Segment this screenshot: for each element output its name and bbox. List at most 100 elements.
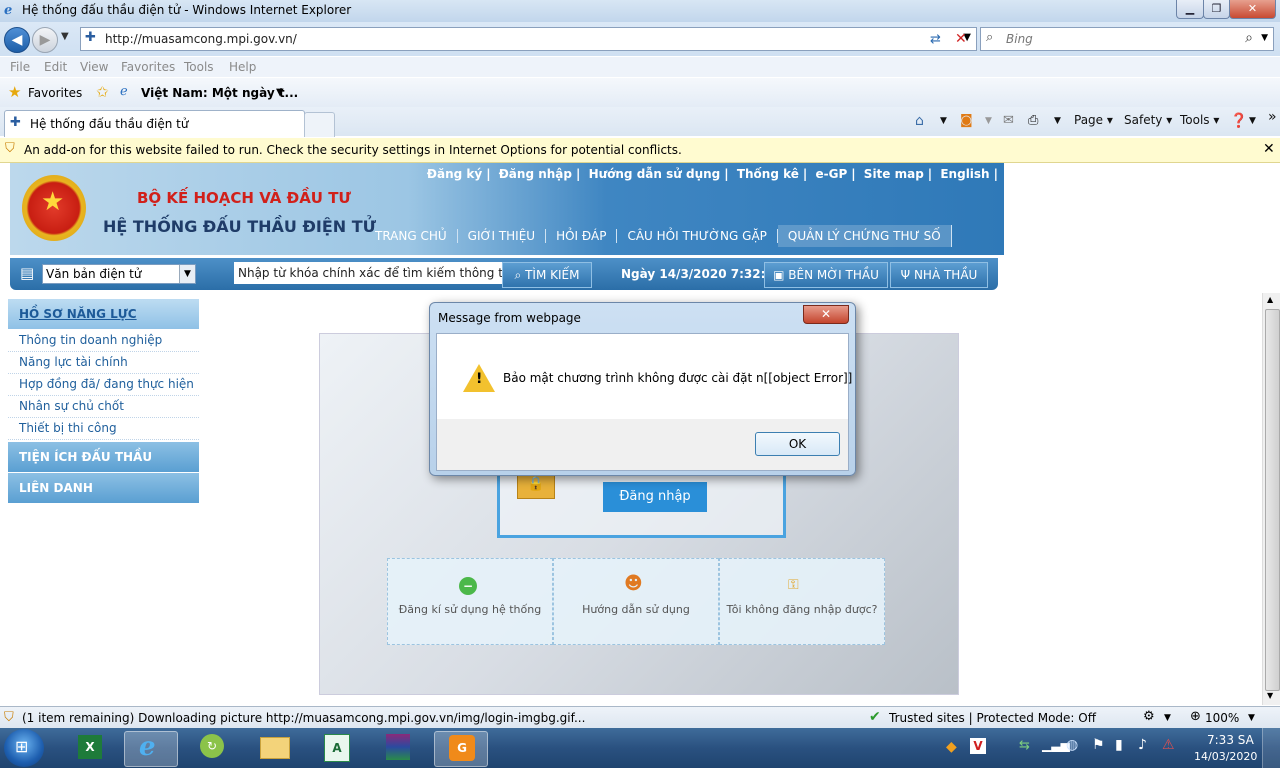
top-link-egp[interactable]: e-GP xyxy=(815,167,847,181)
search-icon[interactable]: ⌕ xyxy=(1245,30,1253,46)
help-icon[interactable]: ❓ xyxy=(1230,113,1247,129)
nav-certificates[interactable]: QUẢN LÝ CHỨNG THƯ SỐ xyxy=(777,225,952,247)
security-zone[interactable]: Trusted sites | Protected Mode: Off xyxy=(889,711,1096,725)
print-icon[interactable]: ⎙ xyxy=(1028,113,1038,128)
show-desktop-button[interactable] xyxy=(1262,728,1280,768)
top-link-guide[interactable]: Hướng dẫn sử dụng xyxy=(589,167,721,181)
guide-option[interactable]: ☻ Hướng dẫn sử dụng xyxy=(553,558,719,645)
help-dropdown-icon[interactable]: ▼ xyxy=(1249,116,1256,126)
info-bar[interactable]: ⛉ An add-on for this website failed to r… xyxy=(0,138,1280,163)
address-bar[interactable]: ✚ http://muasamcong.mpi.gov.vn/ ▼ xyxy=(80,27,977,51)
scroll-up-icon[interactable]: ▲ xyxy=(1267,295,1273,304)
tab-active[interactable]: ✚ Hệ thống đấu thầu điện tử xyxy=(4,110,305,137)
menu-file[interactable]: File xyxy=(10,60,30,74)
sidebar-item-contracts[interactable]: Hợp đồng đã/ đang thực hiện xyxy=(8,374,199,396)
menu-help[interactable]: Help xyxy=(229,60,256,74)
sidebar-section-utilities[interactable]: TIỆN ÍCH ĐẤU THẦU xyxy=(8,442,199,473)
history-dropdown-icon[interactable]: ▼ xyxy=(61,31,69,42)
toolbar-overflow-icon[interactable]: » xyxy=(1268,109,1277,125)
close-window-button[interactable]: ✕ xyxy=(1229,0,1276,19)
page-menu[interactable]: Page ▾ xyxy=(1074,113,1113,127)
scroll-thumb[interactable] xyxy=(1265,309,1280,691)
maximize-button[interactable]: ❐ xyxy=(1203,0,1230,19)
flag-icon[interactable]: ⚑ xyxy=(1092,737,1105,753)
register-option[interactable]: − Đăng kí sử dụng hệ thống xyxy=(387,558,553,645)
scroll-down-icon[interactable]: ▼ xyxy=(1267,691,1273,700)
new-tab-button[interactable] xyxy=(304,112,335,137)
clock-date[interactable]: 14/03/2020 xyxy=(1194,750,1257,763)
contractor-button[interactable]: Ψ NHÀ THẦU xyxy=(890,262,988,288)
ok-button[interactable]: OK xyxy=(755,432,840,456)
taskbar-app-green[interactable]: ↻ xyxy=(186,731,238,765)
page-scrollbar[interactable]: ▲ ▼ xyxy=(1262,293,1280,705)
tray-alert-icon[interactable]: ⚠ xyxy=(1162,737,1175,753)
info-bar-close-icon[interactable]: ✕ xyxy=(1263,141,1275,157)
favorite-link-dropdown-icon[interactable]: ▼ xyxy=(276,87,284,98)
sidebar-item-key-staff[interactable]: Nhân sự chủ chốt xyxy=(8,396,199,418)
favorites-button[interactable]: Favorites xyxy=(28,86,82,100)
address-row: ◀ ▶ ▼ ✚ http://muasamcong.mpi.gov.vn/ ▼ … xyxy=(0,22,1280,56)
taskbar-winrar[interactable] xyxy=(372,731,424,765)
sidebar-item-equipment[interactable]: Thiết bị thi công xyxy=(8,418,199,440)
sidebar-item-financial[interactable]: Năng lực tài chính xyxy=(8,352,199,374)
stop-icon[interactable]: ✕ xyxy=(955,31,967,47)
home-icon[interactable]: ⌂ xyxy=(915,113,924,129)
nav-qa[interactable]: HỎI ĐÁP xyxy=(546,229,618,243)
sidebar-item-company-info[interactable]: Thông tin doanh nghiệp xyxy=(8,330,199,352)
favorite-link[interactable]: Việt Nam: Một ngày t... xyxy=(141,86,298,100)
menu-favorites[interactable]: Favorites xyxy=(121,60,175,74)
top-link-register[interactable]: Đăng ký xyxy=(427,167,482,181)
tray-network-share-icon[interactable]: ⇆ xyxy=(1019,738,1030,753)
refresh-icon[interactable]: ⇄ xyxy=(930,32,941,47)
back-button[interactable]: ◀ xyxy=(4,27,30,53)
taskbar-explorer[interactable] xyxy=(248,731,300,765)
sidebar-section-capability[interactable]: HỒ SƠ NĂNG LỰC xyxy=(8,299,199,330)
print-dropdown-icon[interactable]: ▼ xyxy=(1054,116,1061,126)
forward-button[interactable]: ▶ xyxy=(32,27,58,53)
speaker-icon[interactable]: ♪ xyxy=(1138,737,1147,753)
tray-app-icon[interactable]: ◆ xyxy=(946,739,957,755)
taskbar-app-a[interactable]: A xyxy=(310,731,362,765)
mail-icon[interactable]: ✉ xyxy=(1003,113,1014,128)
menu-view[interactable]: View xyxy=(80,60,108,74)
protected-dropdown-icon[interactable]: ▼ xyxy=(1164,713,1171,723)
top-link-login[interactable]: Đăng nhập xyxy=(499,167,572,181)
taskbar-pdf[interactable]: G xyxy=(434,731,488,767)
buyer-button[interactable]: ▣ BÊN MỜI THẦU xyxy=(764,262,888,288)
sidebar-section-consortium[interactable]: LIÊN DANH xyxy=(8,473,199,504)
safety-menu[interactable]: Safety ▾ xyxy=(1124,113,1172,127)
nav-faq[interactable]: CÂU HỎI THƯỜNG GẶP xyxy=(617,229,778,243)
home-dropdown-icon[interactable]: ▼ xyxy=(940,116,947,126)
tray-globe-icon[interactable]: ◍ xyxy=(1066,737,1078,753)
zoom-icon[interactable]: ⊕ xyxy=(1190,709,1201,724)
document-type-select[interactable]: Văn bản điện tử ▼ xyxy=(42,264,196,284)
dialog-close-button[interactable]: ✕ xyxy=(803,305,849,324)
keyword-search-input[interactable]: Nhập từ khóa chính xác để tìm kiếm thông… xyxy=(234,262,514,284)
menu-tools[interactable]: Tools xyxy=(184,60,214,74)
nav-home[interactable]: TRANG CHỦ xyxy=(365,229,458,243)
search-options-icon[interactable]: ▼ xyxy=(1261,33,1268,43)
menu-edit[interactable]: Edit xyxy=(44,60,67,74)
nav-about[interactable]: GIỚI THIỆU xyxy=(457,229,547,243)
protected-mode-icon[interactable]: ⚙ xyxy=(1143,709,1155,724)
zoom-level[interactable]: 100% xyxy=(1205,711,1239,725)
feeds-dropdown-icon[interactable]: ▼ xyxy=(985,116,992,126)
tray-monitor-icon[interactable]: ▮ xyxy=(1115,737,1123,753)
feeds-icon[interactable]: ◙ xyxy=(960,113,973,128)
login-button[interactable]: Đăng nhập xyxy=(603,482,707,512)
top-link-sitemap[interactable]: Site map xyxy=(864,167,924,181)
search-box[interactable]: ⌕ Bing ⌕ ▼ xyxy=(980,27,1274,51)
top-link-english[interactable]: English xyxy=(940,167,989,181)
add-favorite-icon[interactable]: ✩ xyxy=(96,83,109,101)
tray-v-icon[interactable]: V xyxy=(970,738,986,754)
start-button[interactable]: ⊞ xyxy=(4,729,44,767)
top-link-stats[interactable]: Thống kê xyxy=(737,167,799,181)
taskbar-ie[interactable]: ℯ xyxy=(124,731,178,767)
cannot-login-option[interactable]: ⚿ Tôi không đăng nhập được? xyxy=(719,558,885,645)
zoom-dropdown-icon[interactable]: ▼ xyxy=(1248,713,1255,723)
minimize-button[interactable]: ▁ xyxy=(1176,0,1204,19)
taskbar-excel[interactable]: X xyxy=(64,731,116,765)
clock-time[interactable]: 7:33 SA xyxy=(1207,733,1254,747)
search-button[interactable]: ⌕ TÌM KIẾM xyxy=(502,262,592,288)
tools-menu[interactable]: Tools ▾ xyxy=(1180,113,1219,127)
